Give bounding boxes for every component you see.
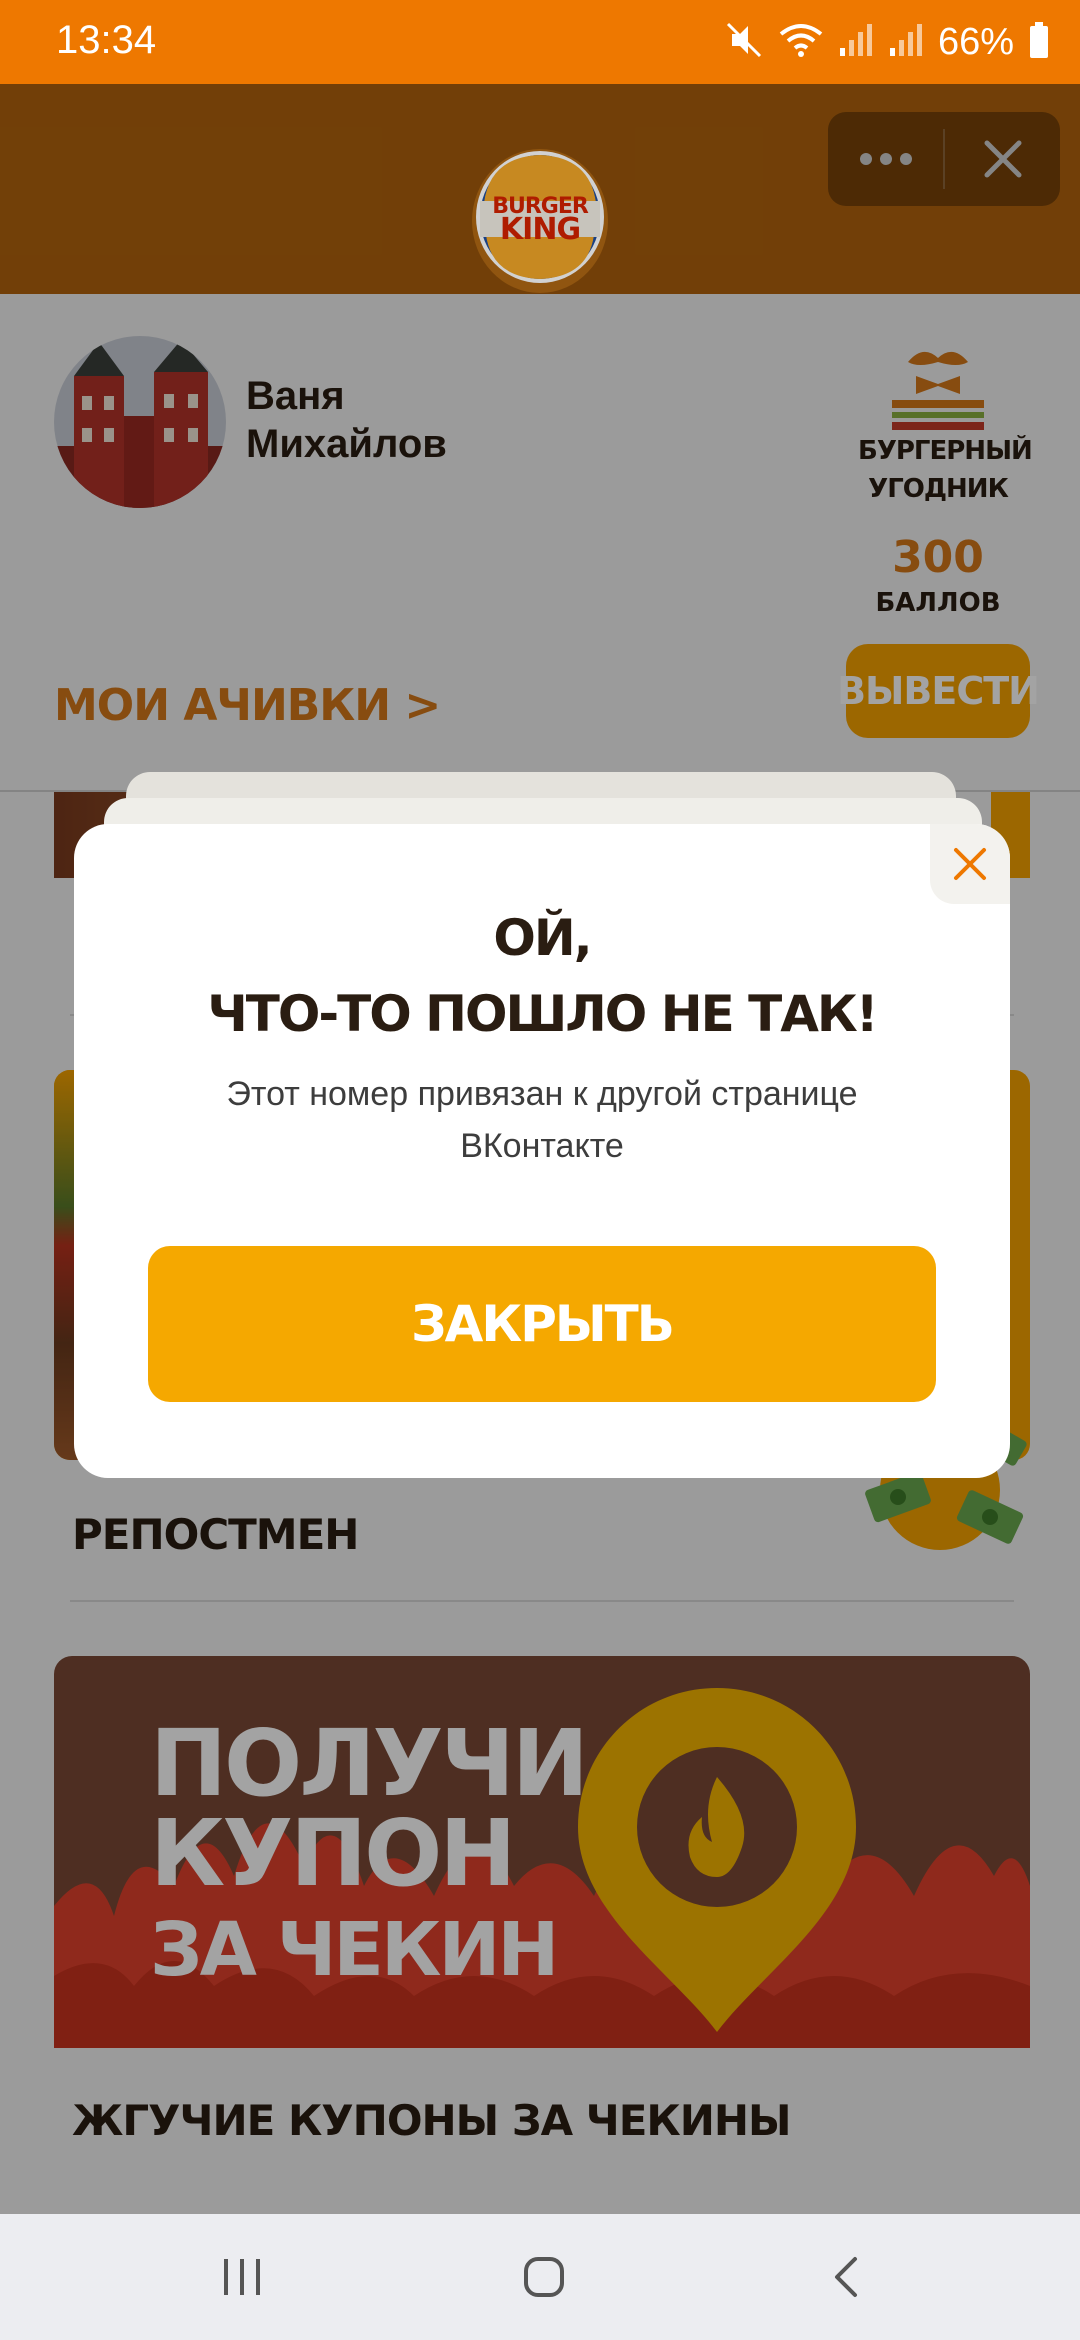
- mute-icon: [724, 20, 764, 65]
- wifi-icon: [778, 20, 824, 65]
- signal-icon: [838, 20, 874, 65]
- dialog-close-button[interactable]: [930, 824, 1010, 904]
- status-bar: 13:34 66%: [0, 0, 1080, 84]
- status-time: 13:34: [56, 18, 157, 62]
- home-button[interactable]: [484, 2242, 604, 2312]
- dialog-title: ОЙ, ЧТО-ТО ПОШЛО НЕ ТАК!: [74, 900, 1010, 1052]
- home-icon: [524, 2257, 564, 2297]
- battery-icon: [1028, 20, 1050, 65]
- status-icons: 66%: [724, 14, 1050, 70]
- system-nav-bar: [0, 2214, 1080, 2340]
- header-dim: [0, 84, 1080, 294]
- back-icon: [835, 2257, 857, 2297]
- signal-icon-2: [888, 20, 924, 65]
- dialog-close-action-button[interactable]: ЗАКРЫТЬ: [148, 1246, 936, 1402]
- recent-apps-button[interactable]: [182, 2242, 302, 2312]
- battery-percent: 66%: [937, 20, 1014, 63]
- close-icon: [954, 848, 986, 880]
- dialog-message: Этот номер привязан к другой странице ВК…: [226, 1075, 858, 1165]
- dialog-title-line2: ЧТО-ТО ПОШЛО НЕ ТАК!: [207, 985, 878, 1043]
- back-button[interactable]: [786, 2242, 906, 2312]
- dialog-title-line1: ОЙ,: [493, 909, 592, 967]
- recent-apps-icon: [224, 2259, 260, 2295]
